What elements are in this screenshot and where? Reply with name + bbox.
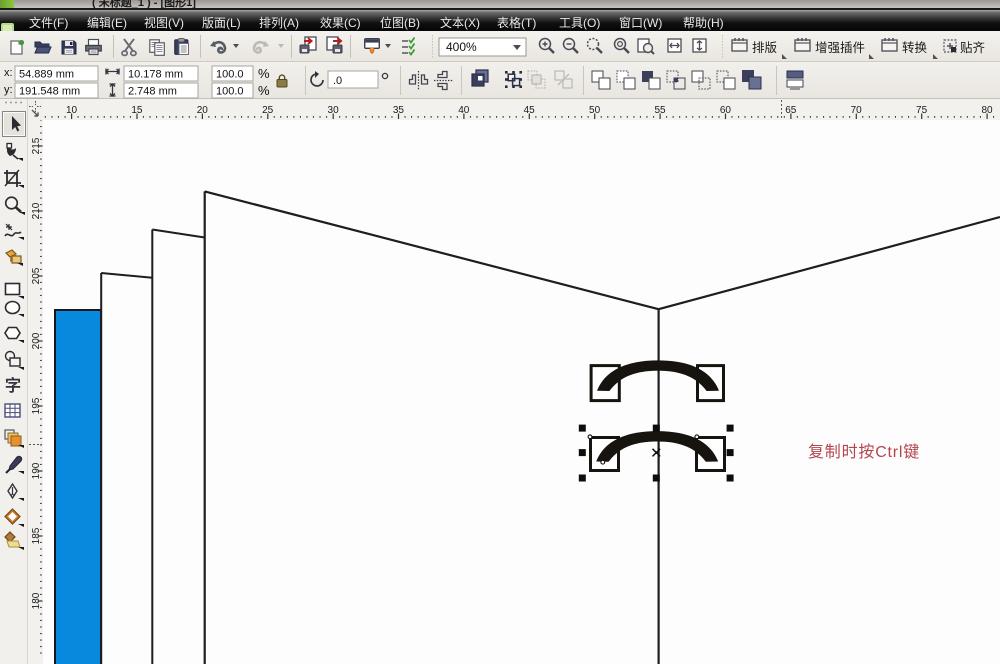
svg-text:排版: 排版 (752, 41, 778, 55)
svg-text:100.0: 100.0 (216, 86, 244, 98)
svg-text:x:: x: (4, 67, 13, 79)
svg-text:%: % (258, 83, 270, 98)
svg-text:2.748 mm: 2.748 mm (128, 86, 177, 98)
svg-text:字: 字 (5, 376, 21, 395)
svg-text:100.0: 100.0 (216, 69, 244, 81)
svg-text:复制时按Ctrl键: 复制时按Ctrl键 (808, 443, 920, 461)
svg-text:增强插件: 增强插件 (815, 40, 865, 55)
svg-text:10.178 mm: 10.178 mm (128, 69, 183, 81)
svg-text:.0: .0 (333, 75, 342, 87)
svg-text:贴齐: 贴齐 (960, 40, 986, 55)
svg-text:转换: 转换 (902, 40, 928, 55)
svg-text:400%: 400% (446, 40, 477, 54)
svg-text:54.889 mm: 54.889 mm (19, 69, 74, 81)
svg-text:191.548 mm: 191.548 mm (19, 86, 80, 98)
svg-text:y:: y: (4, 84, 13, 96)
svg-text:%: % (258, 66, 270, 81)
